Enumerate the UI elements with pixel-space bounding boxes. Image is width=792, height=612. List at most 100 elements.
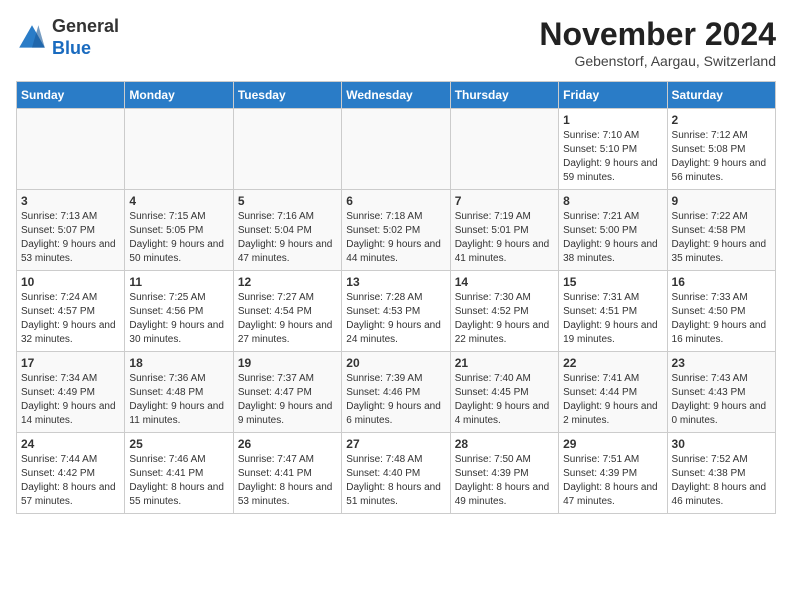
- day-info: Sunrise: 7:24 AM Sunset: 4:57 PM Dayligh…: [21, 291, 120, 347]
- day-number: 9: [672, 194, 771, 208]
- calendar-cell: 18Sunrise: 7:36 AM Sunset: 4:48 PM Dayli…: [125, 352, 233, 433]
- calendar-cell: [125, 109, 233, 190]
- day-number: 12: [238, 275, 337, 289]
- calendar-cell: 14 Sunrise: 7:30 AM Sunset: 4:52 PM Dayli…: [450, 271, 558, 352]
- day-number: 13: [346, 275, 445, 289]
- day-info: Sunrise: 7:28 AM Sunset: 4:53 PM Dayligh…: [346, 291, 445, 347]
- calendar-cell: 10 Sunrise: 7:24 AM Sunset: 4:57 PM Dayli…: [17, 271, 125, 352]
- calendar-cell: [342, 109, 450, 190]
- calendar-table: SundayMondayTuesdayWednesdayThursdayFrid…: [16, 81, 776, 514]
- day-number: 10: [21, 275, 120, 289]
- day-info: Sunrise: 7:41 AM Sunset: 4:44 PM Dayligh…: [563, 372, 662, 428]
- day-info: Sunrise: 7:51 AM Sunset: 4:39 PM Dayligh…: [563, 453, 662, 509]
- day-number: 4: [129, 194, 228, 208]
- calendar-cell: 17Sunrise: 7:34 AM Sunset: 4:49 PM Dayli…: [17, 352, 125, 433]
- day-number: 26: [238, 437, 337, 451]
- weekday-header-sunday: Sunday: [17, 82, 125, 109]
- day-number: 28: [455, 437, 554, 451]
- day-info: Sunrise: 7:16 AM Sunset: 5:04 PM Dayligh…: [238, 210, 337, 266]
- weekday-header-saturday: Saturday: [667, 82, 775, 109]
- calendar-cell: [450, 109, 558, 190]
- day-number: 3: [21, 194, 120, 208]
- day-number: 1: [563, 113, 662, 127]
- calendar-cell: 2 Sunrise: 7:12 AM Sunset: 5:08 PM Daylig…: [667, 109, 775, 190]
- calendar-cell: 20 Sunrise: 7:39 AM Sunset: 4:46 PM Dayli…: [342, 352, 450, 433]
- day-number: 8: [563, 194, 662, 208]
- calendar-cell: 22 Sunrise: 7:41 AM Sunset: 4:44 PM Dayli…: [559, 352, 667, 433]
- calendar-cell: 26 Sunrise: 7:47 AM Sunset: 4:41 PM Dayli…: [233, 433, 341, 514]
- day-number: 2: [672, 113, 771, 127]
- location-subtitle: Gebenstorf, Aargau, Switzerland: [539, 53, 776, 69]
- day-number: 15: [563, 275, 662, 289]
- calendar-cell: 4 Sunrise: 7:15 AM Sunset: 5:05 PM Daylig…: [125, 190, 233, 271]
- day-info: Sunrise: 7:40 AM Sunset: 4:45 PM Dayligh…: [455, 372, 554, 428]
- day-number: 24: [21, 437, 120, 451]
- calendar-cell: 30 Sunrise: 7:52 AM Sunset: 4:38 PM Dayli…: [667, 433, 775, 514]
- day-info: Sunrise: 7:37 AM Sunset: 4:47 PM Dayligh…: [238, 372, 337, 428]
- day-number: 18: [129, 356, 228, 370]
- day-number: 22: [563, 356, 662, 370]
- weekday-header-monday: Monday: [125, 82, 233, 109]
- day-number: 25: [129, 437, 228, 451]
- day-number: 23: [672, 356, 771, 370]
- calendar-cell: 7 Sunrise: 7:19 AM Sunset: 5:01 PM Daylig…: [450, 190, 558, 271]
- day-number: 16: [672, 275, 771, 289]
- calendar-cell: 8 Sunrise: 7:21 AM Sunset: 5:00 PM Daylig…: [559, 190, 667, 271]
- day-info: Sunrise: 7:47 AM Sunset: 4:41 PM Dayligh…: [238, 453, 337, 509]
- calendar-cell: 13 Sunrise: 7:28 AM Sunset: 4:53 PM Dayli…: [342, 271, 450, 352]
- day-info: Sunrise: 7:25 AM Sunset: 4:56 PM Dayligh…: [129, 291, 228, 347]
- weekday-header-wednesday: Wednesday: [342, 82, 450, 109]
- calendar-cell: 15 Sunrise: 7:31 AM Sunset: 4:51 PM Dayli…: [559, 271, 667, 352]
- calendar-cell: 3Sunrise: 7:13 AM Sunset: 5:07 PM Daylig…: [17, 190, 125, 271]
- calendar-cell: [233, 109, 341, 190]
- calendar-week-1: 1 Sunrise: 7:10 AM Sunset: 5:10 PM Daylig…: [17, 109, 776, 190]
- calendar-cell: 5 Sunrise: 7:16 AM Sunset: 5:04 PM Daylig…: [233, 190, 341, 271]
- weekday-header-row: SundayMondayTuesdayWednesdayThursdayFrid…: [17, 82, 776, 109]
- calendar-week-5: 24 Sunrise: 7:44 AM Sunset: 4:42 PM Dayli…: [17, 433, 776, 514]
- day-info: Sunrise: 7:30 AM Sunset: 4:52 PM Dayligh…: [455, 291, 554, 347]
- day-info: Sunrise: 7:31 AM Sunset: 4:51 PM Dayligh…: [563, 291, 662, 347]
- calendar-cell: 12 Sunrise: 7:27 AM Sunset: 4:54 PM Dayli…: [233, 271, 341, 352]
- day-info: Sunrise: 7:48 AM Sunset: 4:40 PM Dayligh…: [346, 453, 445, 509]
- weekday-header-friday: Friday: [559, 82, 667, 109]
- calendar-cell: 23Sunrise: 7:43 AM Sunset: 4:43 PM Dayli…: [667, 352, 775, 433]
- day-number: 20: [346, 356, 445, 370]
- day-info: Sunrise: 7:12 AM Sunset: 5:08 PM Dayligh…: [672, 129, 771, 185]
- weekday-header-thursday: Thursday: [450, 82, 558, 109]
- day-info: Sunrise: 7:18 AM Sunset: 5:02 PM Dayligh…: [346, 210, 445, 266]
- day-number: 11: [129, 275, 228, 289]
- day-info: Sunrise: 7:21 AM Sunset: 5:00 PM Dayligh…: [563, 210, 662, 266]
- day-number: 21: [455, 356, 554, 370]
- day-info: Sunrise: 7:27 AM Sunset: 4:54 PM Dayligh…: [238, 291, 337, 347]
- day-info: Sunrise: 7:15 AM Sunset: 5:05 PM Dayligh…: [129, 210, 228, 266]
- day-number: 14: [455, 275, 554, 289]
- day-info: Sunrise: 7:39 AM Sunset: 4:46 PM Dayligh…: [346, 372, 445, 428]
- weekday-header-tuesday: Tuesday: [233, 82, 341, 109]
- day-number: 27: [346, 437, 445, 451]
- title-block: November 2024 Gebenstorf, Aargau, Switze…: [539, 16, 776, 69]
- calendar-cell: 6Sunrise: 7:18 AM Sunset: 5:02 PM Daylig…: [342, 190, 450, 271]
- calendar-cell: 16Sunrise: 7:33 AM Sunset: 4:50 PM Dayli…: [667, 271, 775, 352]
- calendar-cell: 24 Sunrise: 7:44 AM Sunset: 4:42 PM Dayli…: [17, 433, 125, 514]
- day-info: Sunrise: 7:10 AM Sunset: 5:10 PM Dayligh…: [563, 129, 662, 185]
- logo-blue: Blue: [52, 38, 91, 58]
- day-number: 30: [672, 437, 771, 451]
- calendar-cell: [17, 109, 125, 190]
- month-title: November 2024: [539, 16, 776, 53]
- calendar-week-3: 10 Sunrise: 7:24 AM Sunset: 4:57 PM Dayli…: [17, 271, 776, 352]
- calendar-week-4: 17Sunrise: 7:34 AM Sunset: 4:49 PM Dayli…: [17, 352, 776, 433]
- page-header: General Blue November 2024 Gebenstorf, A…: [16, 16, 776, 69]
- logo-general: General: [52, 16, 119, 36]
- calendar-cell: 28Sunrise: 7:50 AM Sunset: 4:39 PM Dayli…: [450, 433, 558, 514]
- calendar-cell: 11 Sunrise: 7:25 AM Sunset: 4:56 PM Dayli…: [125, 271, 233, 352]
- day-info: Sunrise: 7:19 AM Sunset: 5:01 PM Dayligh…: [455, 210, 554, 266]
- day-number: 7: [455, 194, 554, 208]
- day-number: 5: [238, 194, 337, 208]
- calendar-cell: 25Sunrise: 7:46 AM Sunset: 4:41 PM Dayli…: [125, 433, 233, 514]
- calendar-cell: 29Sunrise: 7:51 AM Sunset: 4:39 PM Dayli…: [559, 433, 667, 514]
- day-info: Sunrise: 7:44 AM Sunset: 4:42 PM Dayligh…: [21, 453, 120, 509]
- logo-text: General Blue: [52, 16, 119, 59]
- day-info: Sunrise: 7:34 AM Sunset: 4:49 PM Dayligh…: [21, 372, 120, 428]
- day-number: 19: [238, 356, 337, 370]
- day-info: Sunrise: 7:52 AM Sunset: 4:38 PM Dayligh…: [672, 453, 771, 509]
